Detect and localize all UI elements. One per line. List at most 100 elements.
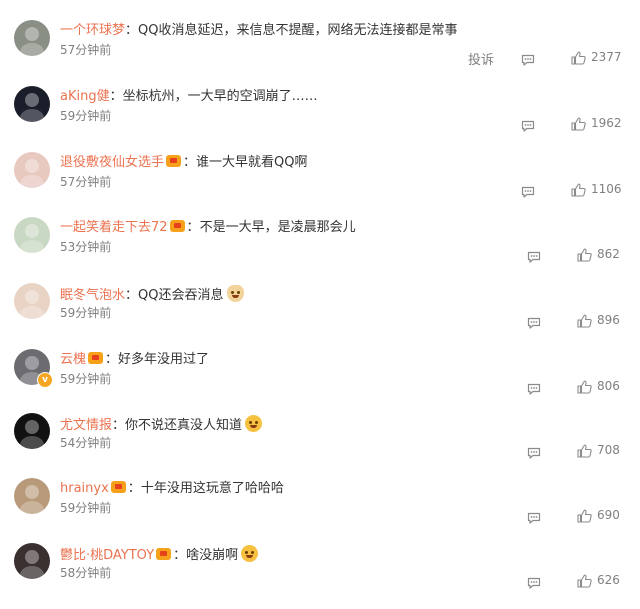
comment-line: aKing健：坐标杭州，一大早的空调崩了…… — [60, 88, 318, 106]
comment-separator: ： — [105, 352, 119, 367]
comment-username[interactable]: 眠冬气泡水 — [60, 288, 125, 303]
comment-username[interactable]: 一起笑着走下去72 — [60, 220, 168, 235]
comment-icon[interactable] — [527, 248, 541, 263]
crown-badge-icon — [110, 481, 126, 493]
comment-username[interactable]: 一个环球梦 — [60, 23, 125, 38]
comment-item: 眠冬气泡水：QQ还会吞消息 59分钟前 896 — [0, 283, 640, 349]
thumbs-up-icon — [571, 182, 586, 197]
comment-line: 云槐 ：好多年没用过了 — [60, 351, 209, 369]
thumbs-up-icon — [577, 443, 592, 458]
comment-separator: ： — [173, 548, 187, 563]
comment-icon[interactable] — [521, 51, 535, 66]
comment-item: hrainyx ：十年没用这玩意了哈哈哈 59分钟前 690 — [0, 478, 640, 544]
thumbs-up-icon — [577, 379, 592, 394]
laughing-emoji — [245, 415, 263, 432]
avatar[interactable] — [14, 152, 50, 188]
comment-time: 57分钟前 — [60, 43, 112, 57]
like-count: 862 — [597, 247, 620, 261]
comment-text: 十年没用这玩意了哈哈哈 — [140, 481, 284, 496]
report-button[interactable]: 投诉 — [468, 49, 494, 68]
like-count: 2377 — [591, 50, 622, 64]
thumbs-up-icon — [577, 508, 592, 523]
comment-username[interactable]: hrainyx — [60, 481, 109, 496]
like-count: 896 — [597, 313, 620, 327]
comment-time: 59分钟前 — [60, 501, 112, 515]
avatar[interactable] — [14, 86, 50, 122]
comment-text: QQ收消息延迟，来信息不提醒，网络无法连接都是常事 — [138, 23, 458, 38]
comment-text: QQ还会吞消息 — [138, 288, 224, 303]
comment-line: 尤文情报：你不说还真没人知道 — [60, 415, 263, 435]
cat-face-emoji — [226, 285, 244, 302]
comment-line: 退役敷夜仙女选手 ：谁一大早就看QQ啊 — [60, 154, 308, 172]
comment-item: aKing健：坐标杭州，一大早的空调崩了…… 59分钟前 1962 — [0, 86, 640, 152]
comment-text: 坐标杭州，一大早的空调崩了…… — [122, 89, 318, 104]
comment-time: 59分钟前 — [60, 109, 112, 123]
comment-time: 57分钟前 — [60, 175, 112, 189]
thinking-emoji — [241, 545, 259, 562]
avatar[interactable] — [14, 478, 50, 514]
comment-line: 鬱比·桃DAYTOY ：啥没崩啊 — [60, 545, 259, 565]
like-count: 806 — [597, 379, 620, 393]
comment-time: 58分钟前 — [60, 566, 112, 580]
comment-icon[interactable] — [527, 380, 541, 395]
comment-separator: ： — [112, 418, 126, 433]
comment-icon[interactable] — [527, 509, 541, 524]
thumbs-up-icon — [577, 247, 592, 262]
avatar[interactable] — [14, 543, 50, 579]
comment-username[interactable]: 退役敷夜仙女选手 — [60, 155, 164, 170]
comment-separator: ： — [125, 23, 139, 38]
avatar[interactable] — [14, 20, 50, 56]
comment-item: 鬱比·桃DAYTOY ：啥没崩啊 58分钟前 626 — [0, 543, 640, 609]
comment-username[interactable]: aKing健 — [60, 89, 110, 104]
like-count: 690 — [597, 508, 620, 522]
comment-time: 54分钟前 — [60, 436, 112, 450]
comment-item: 退役敷夜仙女选手 ：谁一大早就看QQ啊 57分钟前 1106 — [0, 152, 640, 218]
comment-username[interactable]: 尤文情报 — [60, 418, 112, 433]
comment-separator: ： — [109, 89, 123, 104]
comment-time: 59分钟前 — [60, 306, 112, 320]
comment-separator: ： — [127, 481, 141, 496]
comment-text: 好多年没用过了 — [118, 352, 210, 367]
comment-username[interactable]: 鬱比·桃DAYTOY — [60, 548, 154, 563]
comment-icon[interactable] — [527, 314, 541, 329]
crown-badge-icon — [88, 352, 104, 364]
comment-item: 一起笑着走下去72 ：不是一大早，是凌晨那会儿 53分钟前 862 — [0, 217, 640, 283]
crown-badge-icon — [156, 548, 172, 560]
comment-separator: ： — [186, 220, 200, 235]
like-count: 708 — [597, 443, 620, 457]
crown-badge-icon — [166, 155, 182, 167]
avatar[interactable] — [14, 413, 50, 449]
like-count: 1962 — [591, 116, 622, 130]
comment-icon[interactable] — [521, 117, 535, 132]
comment-line: 一起笑着走下去72 ：不是一大早，是凌晨那会儿 — [60, 219, 356, 237]
thumbs-up-icon — [571, 50, 586, 65]
comment-time: 53分钟前 — [60, 240, 112, 254]
comment-text: 你不说还真没人知道 — [125, 418, 243, 433]
comment-separator: ： — [125, 288, 139, 303]
thumbs-up-icon — [577, 313, 592, 328]
like-count: 1106 — [591, 182, 622, 196]
comment-text: 不是一大早，是凌晨那会儿 — [199, 220, 356, 235]
comment-text: 谁一大早就看QQ啊 — [196, 155, 308, 170]
comment-line: hrainyx ：十年没用这玩意了哈哈哈 — [60, 480, 284, 498]
avatar[interactable] — [14, 217, 50, 253]
comment-line: 眠冬气泡水：QQ还会吞消息 — [60, 285, 244, 305]
comment-text: 啥没崩啊 — [186, 548, 239, 563]
comment-icon[interactable] — [521, 183, 535, 198]
crown-badge-icon — [169, 220, 185, 232]
comment-list: 一个环球梦：QQ收消息延迟，来信息不提醒，网络无法连接都是常事 57分钟前 投诉 23… — [0, 0, 640, 605]
comment-line: 一个环球梦：QQ收消息延迟，来信息不提醒，网络无法连接都是常事 — [60, 22, 458, 40]
comment-username[interactable]: 云槐 — [60, 352, 86, 367]
thumbs-up-icon — [571, 116, 586, 131]
comment-separator: ： — [183, 155, 197, 170]
comment-item: v 云槐 ：好多年没用过了 59分钟前 806 — [0, 349, 640, 415]
avatar[interactable] — [14, 283, 50, 319]
verified-v-icon: v — [37, 372, 53, 388]
comment-icon[interactable] — [527, 574, 541, 589]
comment-item: 尤文情报：你不说还真没人知道 54分钟前 708 — [0, 413, 640, 479]
like-count: 626 — [597, 573, 620, 587]
comment-icon[interactable] — [527, 444, 541, 459]
comment-item: 一个环球梦：QQ收消息延迟，来信息不提醒，网络无法连接都是常事 57分钟前 投诉 23… — [0, 20, 640, 86]
thumbs-up-icon — [577, 573, 592, 588]
comment-time: 59分钟前 — [60, 372, 112, 386]
